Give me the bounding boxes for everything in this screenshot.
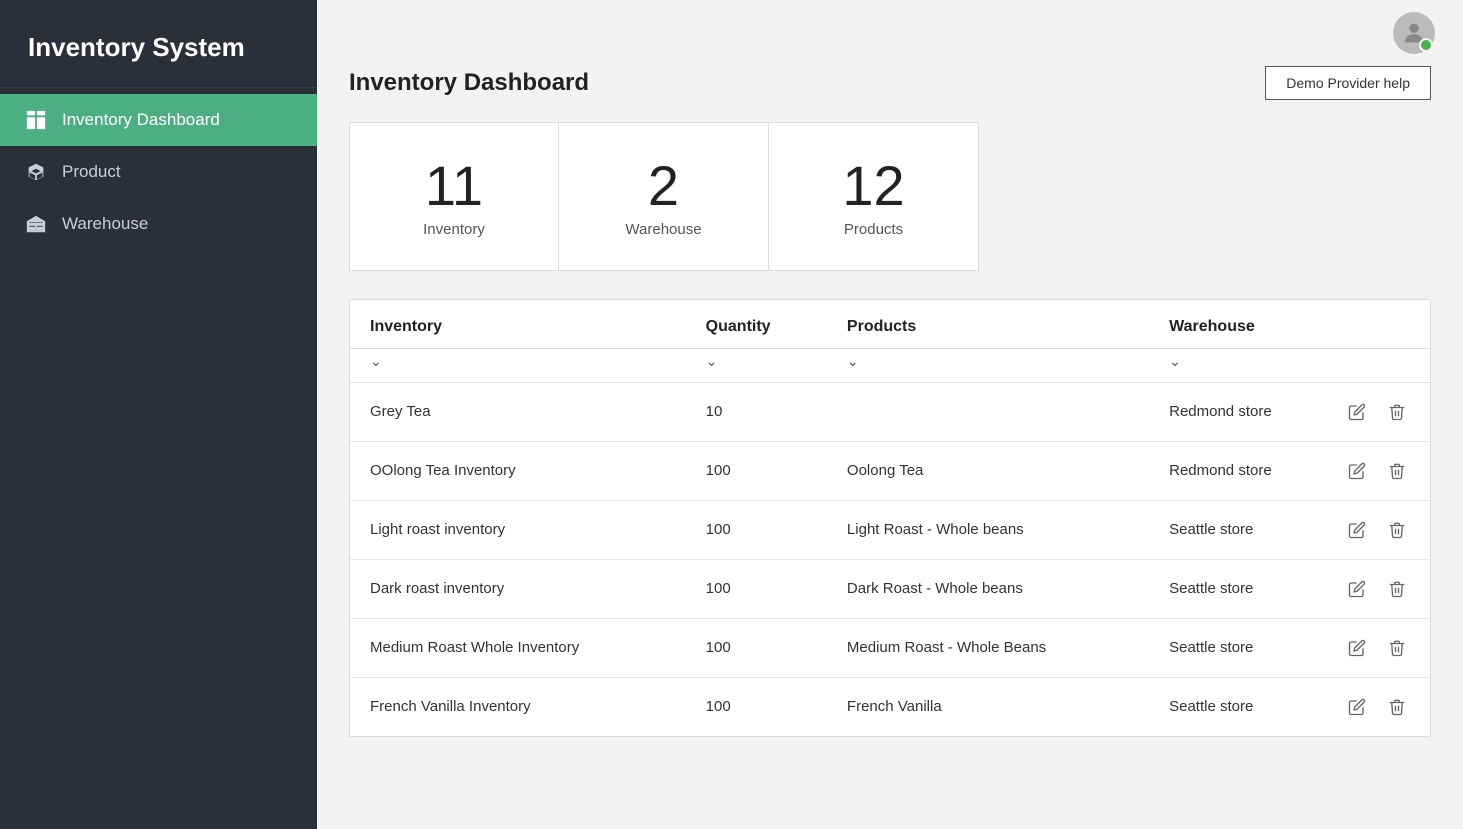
cell-warehouse: Seattle store bbox=[1149, 678, 1430, 736]
sidebar-item-warehouse-label: Warehouse bbox=[62, 214, 148, 234]
cell-inventory: Medium Roast Whole Inventory bbox=[350, 618, 686, 677]
action-cell bbox=[1344, 578, 1410, 600]
table-row: OOlong Tea Inventory100Oolong TeaRedmond… bbox=[350, 441, 1430, 500]
cell-quantity: 100 bbox=[686, 441, 827, 500]
cell-warehouse: Redmond store bbox=[1149, 442, 1430, 500]
filter-inventory-btn[interactable]: ⌄ bbox=[370, 353, 382, 370]
action-cell bbox=[1344, 519, 1410, 541]
dashboard-icon bbox=[24, 108, 48, 132]
cell-quantity: 100 bbox=[686, 677, 827, 736]
cell-products: Medium Roast - Whole Beans bbox=[827, 618, 1149, 677]
stat-card-products: 12 Products bbox=[769, 122, 979, 271]
table-body: Grey Tea10Redmond storeOOlong Tea Invent… bbox=[350, 382, 1430, 736]
cell-warehouse: Redmond store bbox=[1149, 383, 1430, 441]
main-content: Inventory Dashboard Demo Provider help 1… bbox=[317, 0, 1463, 829]
sidebar-item-product-label: Product bbox=[62, 162, 121, 182]
cell-quantity: 100 bbox=[686, 500, 827, 559]
delete-button[interactable] bbox=[1384, 460, 1410, 482]
product-icon bbox=[24, 160, 48, 184]
sidebar-item-product[interactable]: Product bbox=[0, 146, 317, 198]
table-filter-row: ⌄ ⌄ ⌄ ⌄ bbox=[350, 348, 1430, 382]
demo-help-button[interactable]: Demo Provider help bbox=[1265, 66, 1431, 100]
table-row: French Vanilla Inventory100French Vanill… bbox=[350, 677, 1430, 736]
cell-products: Oolong Tea bbox=[827, 441, 1149, 500]
delete-button[interactable] bbox=[1384, 578, 1410, 600]
filter-products-btn[interactable]: ⌄ bbox=[847, 353, 859, 370]
stat-label-products: Products bbox=[844, 221, 903, 238]
topbar bbox=[317, 0, 1463, 66]
delete-button[interactable] bbox=[1384, 519, 1410, 541]
inventory-table-container: Inventory Quantity Products Warehouse bbox=[349, 299, 1431, 737]
delete-button[interactable] bbox=[1384, 401, 1410, 423]
cell-quantity: 10 bbox=[686, 382, 827, 441]
table-row: Medium Roast Whole Inventory100Medium Ro… bbox=[350, 618, 1430, 677]
cell-inventory: French Vanilla Inventory bbox=[350, 677, 686, 736]
inventory-table: Inventory Quantity Products Warehouse bbox=[350, 300, 1430, 736]
delete-button[interactable] bbox=[1384, 637, 1410, 659]
cell-warehouse: Seattle store bbox=[1149, 560, 1430, 618]
cell-products: Dark Roast - Whole beans bbox=[827, 559, 1149, 618]
action-cell bbox=[1344, 637, 1410, 659]
action-cell bbox=[1344, 401, 1410, 423]
cell-inventory: Dark roast inventory bbox=[350, 559, 686, 618]
cell-products: Light Roast - Whole beans bbox=[827, 500, 1149, 559]
edit-button[interactable] bbox=[1344, 401, 1370, 423]
stat-number-warehouse: 2 bbox=[648, 155, 679, 217]
stat-number-products: 12 bbox=[842, 155, 904, 217]
edit-button[interactable] bbox=[1344, 637, 1370, 659]
col-header-warehouse: Warehouse bbox=[1149, 300, 1430, 349]
page-title: Inventory Dashboard bbox=[349, 69, 589, 97]
sidebar-nav: Inventory Dashboard Product Warehouse bbox=[0, 88, 317, 250]
stat-card-warehouse: 2 Warehouse bbox=[559, 122, 769, 271]
col-header-inventory: Inventory bbox=[350, 300, 686, 349]
stat-number-inventory: 11 bbox=[425, 155, 483, 217]
cell-products: French Vanilla bbox=[827, 677, 1149, 736]
table-row: Dark roast inventory100Dark Roast - Whol… bbox=[350, 559, 1430, 618]
cell-warehouse: Seattle store bbox=[1149, 501, 1430, 559]
col-header-products: Products bbox=[827, 300, 1149, 349]
filter-warehouse-btn[interactable]: ⌄ bbox=[1169, 353, 1181, 370]
page-header: Inventory Dashboard Demo Provider help bbox=[349, 66, 1431, 100]
sidebar-item-warehouse[interactable]: Warehouse bbox=[0, 198, 317, 250]
table-header-row: Inventory Quantity Products Warehouse bbox=[350, 300, 1430, 349]
cell-quantity: 100 bbox=[686, 618, 827, 677]
edit-button[interactable] bbox=[1344, 519, 1370, 541]
content-area: Inventory Dashboard Demo Provider help 1… bbox=[317, 66, 1463, 769]
sidebar-item-dashboard-label: Inventory Dashboard bbox=[62, 110, 220, 130]
action-cell bbox=[1344, 460, 1410, 482]
edit-button[interactable] bbox=[1344, 696, 1370, 718]
avatar[interactable] bbox=[1393, 12, 1435, 54]
stat-label-inventory: Inventory bbox=[423, 221, 485, 238]
stats-row: 11 Inventory 2 Warehouse 12 Products bbox=[349, 122, 1431, 271]
delete-button[interactable] bbox=[1384, 696, 1410, 718]
cell-products bbox=[827, 382, 1149, 441]
stat-label-warehouse: Warehouse bbox=[625, 221, 701, 238]
col-header-quantity: Quantity bbox=[686, 300, 827, 349]
sidebar: Inventory System Inventory Dashboard Pr bbox=[0, 0, 317, 829]
filter-quantity-btn[interactable]: ⌄ bbox=[706, 353, 718, 370]
action-cell bbox=[1344, 696, 1410, 718]
table-row: Light roast inventory100Light Roast - Wh… bbox=[350, 500, 1430, 559]
stat-card-inventory: 11 Inventory bbox=[349, 122, 559, 271]
cell-inventory: OOlong Tea Inventory bbox=[350, 441, 686, 500]
cell-inventory: Light roast inventory bbox=[350, 500, 686, 559]
warehouse-icon bbox=[24, 212, 48, 236]
table-row: Grey Tea10 Redmond store bbox=[350, 382, 1430, 441]
app-title: Inventory System bbox=[0, 0, 317, 88]
cell-inventory: Grey Tea bbox=[350, 382, 686, 441]
cell-quantity: 100 bbox=[686, 559, 827, 618]
edit-button[interactable] bbox=[1344, 578, 1370, 600]
edit-button[interactable] bbox=[1344, 460, 1370, 482]
sidebar-item-dashboard[interactable]: Inventory Dashboard bbox=[0, 94, 317, 146]
cell-warehouse: Seattle store bbox=[1149, 619, 1430, 677]
